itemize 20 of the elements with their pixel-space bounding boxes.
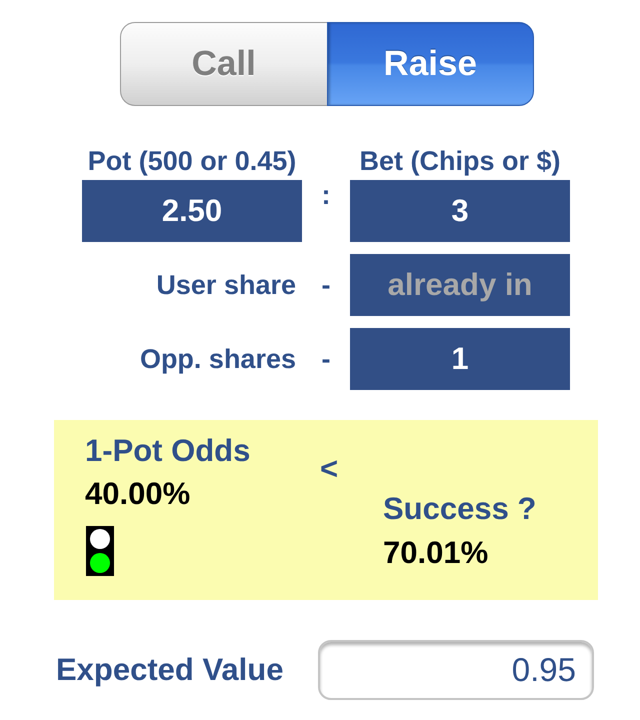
traffic-light-icon [86,526,114,576]
separator-text: : [322,180,330,210]
field-label: Bet (Chips or $) [358,146,562,176]
field-label: Opp. shares [140,344,296,374]
separator-text: - [322,270,330,300]
success-value: 70.01% [383,536,488,570]
input-field[interactable]: 1 [350,328,570,390]
success-title: Success ? [383,492,536,526]
input-field[interactable]: 3 [350,180,570,242]
odds-title: 1-Pot Odds [85,434,250,468]
segment-button[interactable]: Raise [326,22,534,106]
separator-text: - [322,344,330,374]
field-label: User share [156,270,296,300]
comparison-sign: < [320,452,338,486]
input-field[interactable]: already in [350,254,570,316]
input-field[interactable]: 2.50 [82,180,302,242]
input-field[interactable]: 0.95 [318,640,594,700]
odds-value: 40.00% [85,477,190,511]
field-label: Pot (500 or 0.45) [86,146,298,176]
expected-value-label: Expected Value [56,653,284,687]
